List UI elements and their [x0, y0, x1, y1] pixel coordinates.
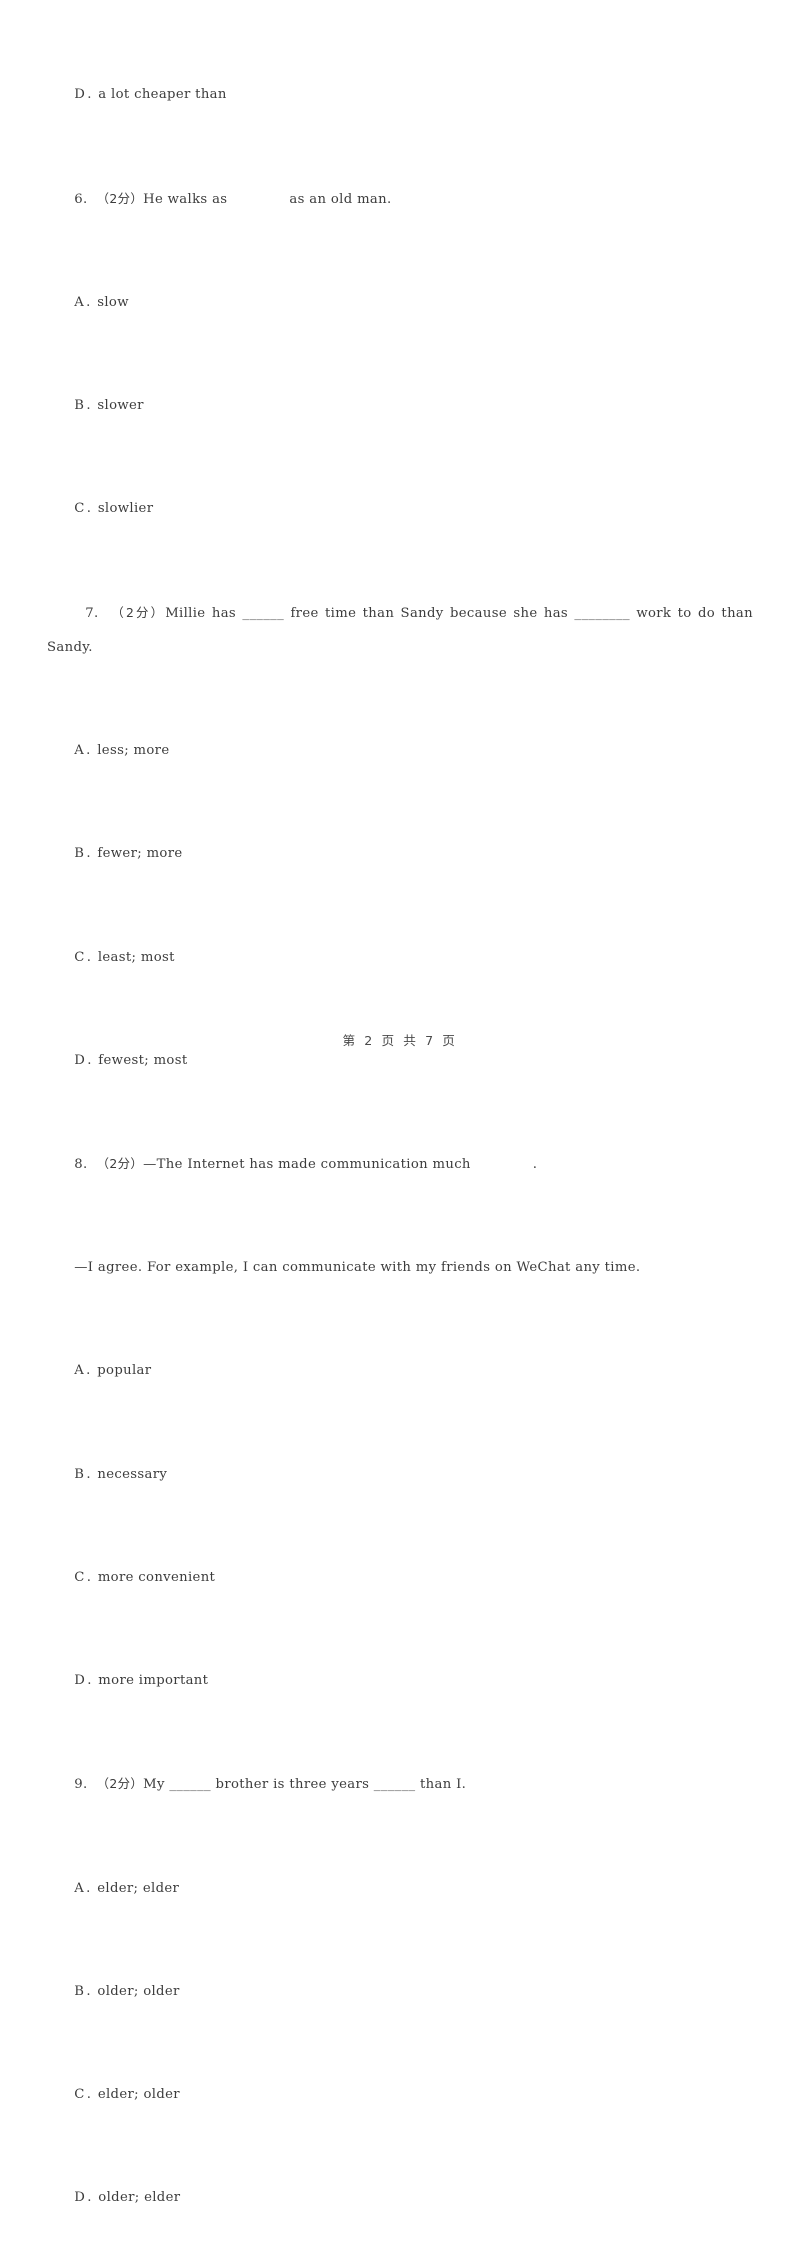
option-separator: . — [86, 1880, 91, 1896]
option-separator: . — [86, 949, 92, 965]
question-marks: （2分） — [96, 1156, 144, 1171]
option-row[interactable]: A. popular — [47, 1320, 753, 1423]
question-stem-after: . — [532, 1157, 538, 1172]
option-letter: C — [74, 501, 85, 517]
option-row[interactable]: D. a lot cheaper than — [47, 44, 753, 147]
option-letter: B — [74, 1983, 85, 1999]
option-separator: . — [87, 87, 92, 103]
option-row[interactable]: C. elder; older — [47, 2044, 753, 2147]
option-text: older; older — [97, 1983, 180, 1999]
option-separator: . — [86, 501, 92, 517]
option-row[interactable]: D. older; elder — [47, 2147, 753, 2250]
option-text: slow — [97, 294, 129, 310]
option-row[interactable]: B. necessary — [47, 1423, 753, 1526]
option-separator: . — [87, 1673, 92, 1689]
question-stem: 8. （2分）—The Internet has made communicat… — [47, 1113, 753, 1217]
option-text: least; most — [97, 949, 175, 965]
option-letter: C — [74, 1569, 85, 1585]
question-stem-after: as an old man. — [289, 191, 392, 207]
document-page: D. a lot cheaper than 6. （2分）He walks as… — [0, 0, 800, 2205]
option-separator: . — [86, 2086, 92, 2102]
option-letter: B — [74, 846, 85, 862]
option-text: a lot cheaper than — [98, 87, 227, 103]
option-separator: . — [86, 1363, 91, 1379]
question-stem-text: My ______ brother is three years ______ … — [143, 1777, 467, 1793]
question-stem: 7. （2分）Millie has ______ free time than … — [47, 561, 753, 700]
page-content: D. a lot cheaper than 6. （2分）He walks as… — [47, 44, 753, 2264]
option-letter: A — [74, 294, 85, 310]
option-letter: B — [74, 398, 85, 414]
option-letter: D — [74, 1673, 86, 1689]
option-letter: A — [74, 1880, 85, 1896]
option-text: fewer; more — [97, 846, 183, 862]
question-stem-before: —The Internet has made communication muc… — [143, 1157, 471, 1172]
dialogue-text: —I agree. For example, I can communicate… — [74, 1260, 641, 1276]
question-dialogue-line: —I agree. For example, I can communicate… — [47, 1217, 753, 1320]
option-letter: C — [74, 949, 85, 965]
option-letter: B — [74, 1466, 85, 1482]
option-row[interactable]: A. less; more — [47, 700, 753, 803]
option-separator: . — [86, 398, 91, 414]
question-marks: （2分） — [96, 190, 144, 206]
question-stem-before: He walks as — [143, 191, 228, 207]
option-text: elder; elder — [97, 1880, 180, 1896]
option-row[interactable]: D. more important — [47, 1630, 753, 1733]
option-separator: . — [87, 2190, 92, 2206]
option-letter: D — [74, 1052, 86, 1068]
option-letter: A — [74, 743, 85, 759]
question-number: 6. — [74, 191, 88, 207]
option-text: popular — [97, 1363, 152, 1379]
option-separator: . — [86, 743, 91, 759]
option-text: more convenient — [97, 1569, 216, 1585]
option-letter: D — [74, 2190, 86, 2206]
option-text: elder; older — [97, 2086, 180, 2102]
option-row[interactable]: C. least; most — [47, 906, 753, 1009]
option-row[interactable]: A. slow — [47, 251, 753, 354]
option-letter: D — [74, 87, 86, 103]
question-number: 7. — [85, 605, 99, 621]
option-letter: C — [74, 2086, 85, 2102]
question-stem: 9. （2分）My ______ brother is three years … — [47, 1733, 753, 1837]
option-row[interactable]: B. slower — [47, 355, 753, 458]
option-separator: . — [86, 846, 91, 862]
option-separator: . — [87, 1052, 92, 1068]
option-text: necessary — [97, 1466, 168, 1482]
option-text: slowlier — [97, 501, 154, 517]
question-number: 8. — [74, 1157, 88, 1172]
question-number: 9. — [74, 1777, 88, 1793]
option-text: less; more — [97, 743, 170, 759]
question-stem: 6. （2分）He walks as as an old man. — [47, 147, 753, 251]
question-marks: （2分） — [96, 1776, 144, 1792]
option-separator: . — [86, 1569, 92, 1585]
option-row[interactable]: D. fewest; most — [47, 1009, 753, 1112]
question-stem: 10. （2分）– John is so excited. Did he win… — [47, 2250, 753, 2264]
option-separator: . — [86, 294, 91, 310]
option-separator: . — [86, 1983, 91, 1999]
option-text: more important — [98, 1673, 209, 1689]
option-row[interactable]: B. older; older — [47, 1940, 753, 2043]
page-footer: 第 2 页 共 7 页 — [342, 1033, 458, 1048]
option-row[interactable]: B. fewer; more — [47, 803, 753, 906]
option-row[interactable]: A. elder; elder — [47, 1837, 753, 1940]
option-text: fewest; most — [98, 1052, 188, 1068]
option-separator: . — [86, 1466, 91, 1482]
option-row[interactable]: C. slowlier — [47, 458, 753, 561]
option-text: slower — [97, 398, 144, 414]
option-text: older; elder — [98, 2190, 181, 2206]
option-letter: A — [74, 1363, 85, 1379]
option-row[interactable]: C. more convenient — [47, 1526, 753, 1629]
question-marks: （2分） — [111, 604, 166, 620]
